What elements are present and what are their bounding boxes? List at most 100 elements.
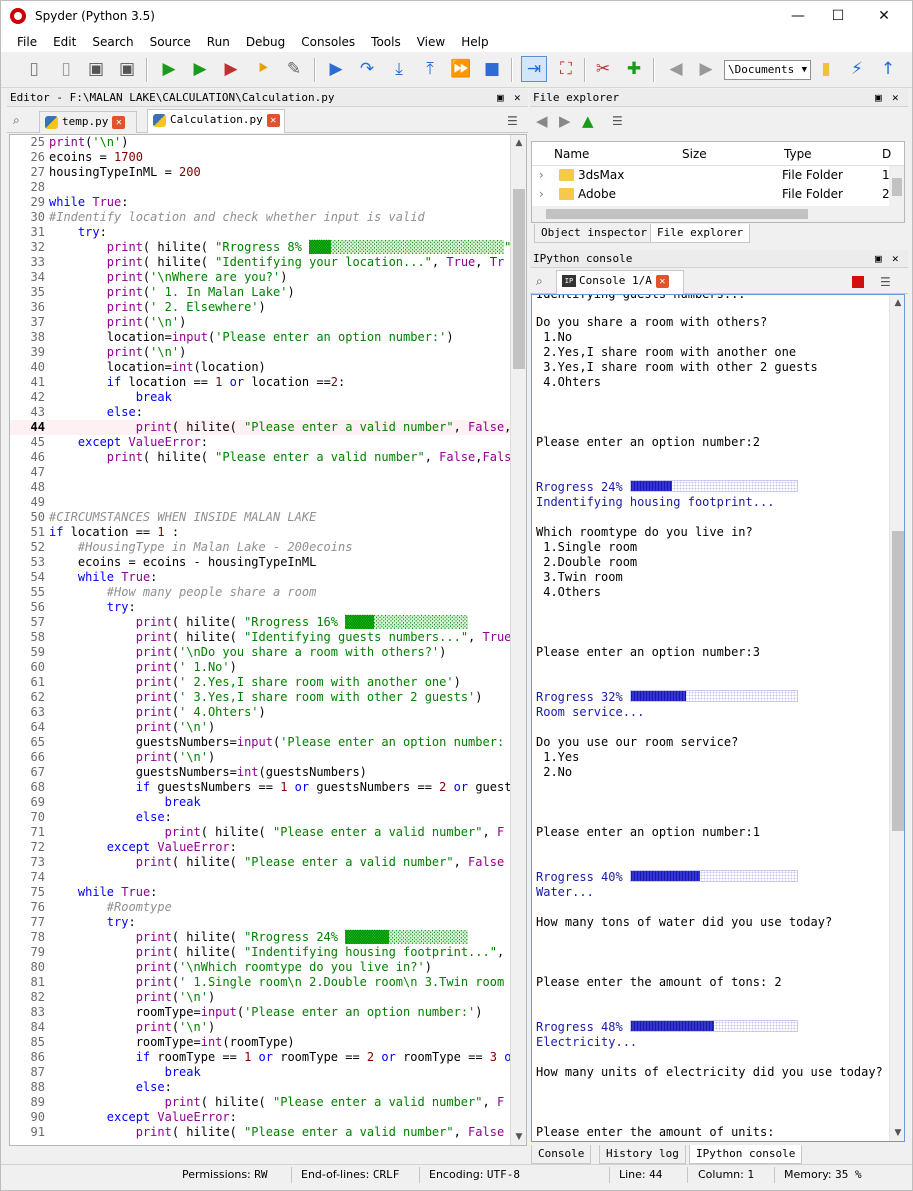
scroll-up-icon[interactable]: ▲ (890, 295, 904, 311)
code-line[interactable]: 49 (10, 495, 510, 510)
browse-tabs-icon[interactable]: ⌕ (13, 113, 20, 128)
code-line[interactable]: 59 print('\nDo you share a room with oth… (10, 645, 510, 660)
code-line[interactable]: 79 print( hilite( "Indentifying housing … (10, 945, 510, 960)
save-all-icon[interactable]: ▣ (114, 56, 140, 82)
code-area[interactable]: 25 print('\n') 26 ecoins = 1700 27 housingTyp… (10, 135, 510, 1145)
code-line[interactable]: 34 print('\nWhere are you?') (10, 270, 510, 285)
code-line[interactable]: 80 print('\nWhich roomtype do you live i… (10, 960, 510, 975)
run-icon[interactable]: ▶ (156, 56, 182, 82)
menu-file[interactable]: File (9, 35, 45, 49)
chevron-right-icon[interactable]: › (539, 166, 544, 185)
tab-ipython-console[interactable]: IPython console (689, 1145, 803, 1164)
code-line[interactable]: 51 if location == 1 : (10, 525, 510, 540)
code-line[interactable]: 29 while True: (10, 195, 510, 210)
code-line[interactable]: 41 if location == 1 or location ==2: (10, 375, 510, 390)
close-tab-icon[interactable]: ✕ (112, 115, 126, 129)
code-line[interactable]: 55 #How many people share a room (10, 585, 510, 600)
code-line[interactable]: 78 print( hilite( "Rrogress 24% ▒▒▒▒▒▒░░… (10, 930, 510, 945)
pane-close-icon[interactable]: ✕ (892, 250, 899, 268)
close-tab-icon[interactable]: ✕ (266, 113, 280, 127)
debug-icon[interactable]: ▶ (323, 56, 349, 82)
maximize-icon[interactable]: ☐ (815, 1, 861, 31)
undock-icon[interactable]: ▣ (875, 250, 882, 268)
column-name[interactable]: Name (554, 147, 589, 161)
code-line[interactable]: 57 print( hilite( "Rrogress 16% ▒▒▒▒░░░░… (10, 615, 510, 630)
menu-debug[interactable]: Debug (238, 35, 293, 49)
new-file-icon[interactable]: ▯ (21, 56, 47, 82)
code-line[interactable]: 73 print( hilite( "Please enter a valid … (10, 855, 510, 870)
menu-tools[interactable]: Tools (363, 35, 409, 49)
code-line[interactable]: 46 print( hilite( "Please enter a valid … (10, 450, 510, 465)
code-line[interactable]: 45 except ValueError: (10, 435, 510, 450)
code-line[interactable]: 56 try: (10, 600, 510, 615)
forward-icon[interactable]: ▶ (693, 56, 719, 82)
code-line[interactable]: 63 print(' 4.Ohters') (10, 705, 510, 720)
editor-scrollbar[interactable]: ▲ ▼ (510, 135, 526, 1145)
scroll-down-icon[interactable]: ▼ (890, 1125, 904, 1141)
tab-calculation-py[interactable]: Calculation.py ✕ (147, 109, 285, 133)
code-line[interactable]: 58 print( hilite( "Identifying guests nu… (10, 630, 510, 645)
code-line[interactable]: 33 print( hilite( "Identifying your loca… (10, 255, 510, 270)
menu-source[interactable]: Source (142, 35, 199, 49)
forward-icon[interactable]: ▶ (559, 112, 571, 130)
menu-view[interactable]: View (409, 35, 453, 49)
preferences-icon[interactable]: ✂ (590, 56, 616, 82)
list-item[interactable]: › 3dsMax File Folder 1 (532, 166, 904, 185)
code-line[interactable]: 86 if roomType == 1 or roomType == 2 or … (10, 1050, 510, 1065)
ipython-console-output[interactable]: Identifying guests numbers... Do you sha… (531, 294, 905, 1142)
code-line[interactable]: 83 roomType=input('Please enter an optio… (10, 1005, 510, 1020)
code-line[interactable]: 68 if guestsNumbers == 1 or guestsNumber… (10, 780, 510, 795)
chevron-right-icon[interactable]: › (539, 185, 544, 204)
back-icon[interactable]: ◀ (663, 56, 689, 82)
code-line[interactable]: 71 print( hilite( "Please enter a valid … (10, 825, 510, 840)
step-into-icon[interactable]: ⤓ (386, 56, 412, 82)
code-line[interactable]: 39 print('\n') (10, 345, 510, 360)
working-directory-select[interactable]: \Documents ▼ (724, 60, 811, 80)
undock-icon[interactable]: ▣ (497, 89, 504, 107)
configure-icon[interactable]: ✎ (281, 56, 307, 82)
menu-help[interactable]: Help (453, 35, 496, 49)
code-line[interactable]: 72 except ValueError: (10, 840, 510, 855)
code-line[interactable]: 44 print( hilite( "Please enter a valid … (10, 420, 510, 435)
run-cell-advance-icon[interactable]: ▶ (218, 56, 244, 82)
code-line[interactable]: 47 (10, 465, 510, 480)
vertical-scrollbar[interactable] (889, 166, 904, 222)
options-menu-icon[interactable]: ☰ (507, 114, 518, 128)
menu-run[interactable]: Run (199, 35, 238, 49)
options-menu-icon[interactable]: ☰ (880, 275, 891, 289)
step-return-icon[interactable]: ⤒ (417, 56, 443, 82)
continue-icon[interactable]: ⏩ (448, 56, 474, 82)
folder-icon[interactable]: ▮ (813, 56, 839, 82)
up-icon[interactable]: ↑ (875, 56, 901, 82)
code-line[interactable]: 85 roomType=int(roomType) (10, 1035, 510, 1050)
vertical-scroll-thumb[interactable] (892, 178, 902, 196)
tab-temp-py[interactable]: temp.py ✕ (39, 111, 137, 133)
code-line[interactable]: 36 print(' 2. Elsewhere') (10, 300, 510, 315)
column-date[interactable]: D (882, 147, 891, 161)
python-path-icon[interactable]: ✚ (621, 56, 647, 82)
step-icon[interactable]: ↷ (354, 56, 380, 82)
code-line[interactable]: 28 (10, 180, 510, 195)
scroll-up-icon[interactable]: ▲ (511, 135, 526, 151)
code-line[interactable]: 66 print('\n') (10, 750, 510, 765)
code-line[interactable]: 60 print(' 1.No') (10, 660, 510, 675)
close-tab-icon[interactable]: ✕ (655, 274, 669, 288)
code-line[interactable]: 25 print('\n') (10, 135, 510, 150)
code-line[interactable]: 40 location=int(location) (10, 360, 510, 375)
horizontal-scrollbar[interactable] (532, 206, 890, 222)
code-line[interactable]: 77 try: (10, 915, 510, 930)
tab-object-inspector[interactable]: Object inspector (534, 224, 654, 243)
code-line[interactable]: 52 #HousingType in Malan Lake - 200ecoin… (10, 540, 510, 555)
parent-dir-icon[interactable]: ▲ (582, 112, 594, 130)
code-line[interactable]: 81 print(' 1.Single room\n 2.Double room… (10, 975, 510, 990)
open-file-icon[interactable]: ▯ (53, 56, 79, 82)
undock-icon[interactable]: ▣ (875, 89, 882, 107)
tab-file-explorer[interactable]: File explorer (650, 224, 751, 243)
code-line[interactable]: 90 except ValueError: (10, 1110, 510, 1125)
code-line[interactable]: 75 while True: (10, 885, 510, 900)
code-line[interactable]: 65 guestsNumbers=input('Please enter an … (10, 735, 510, 750)
list-item[interactable]: › Adobe File Folder 2 (532, 185, 904, 204)
code-line[interactable]: 35 print(' 1. In Malan Lake') (10, 285, 510, 300)
code-line[interactable]: 31 try: (10, 225, 510, 240)
menu-consoles[interactable]: Consoles (293, 35, 363, 49)
